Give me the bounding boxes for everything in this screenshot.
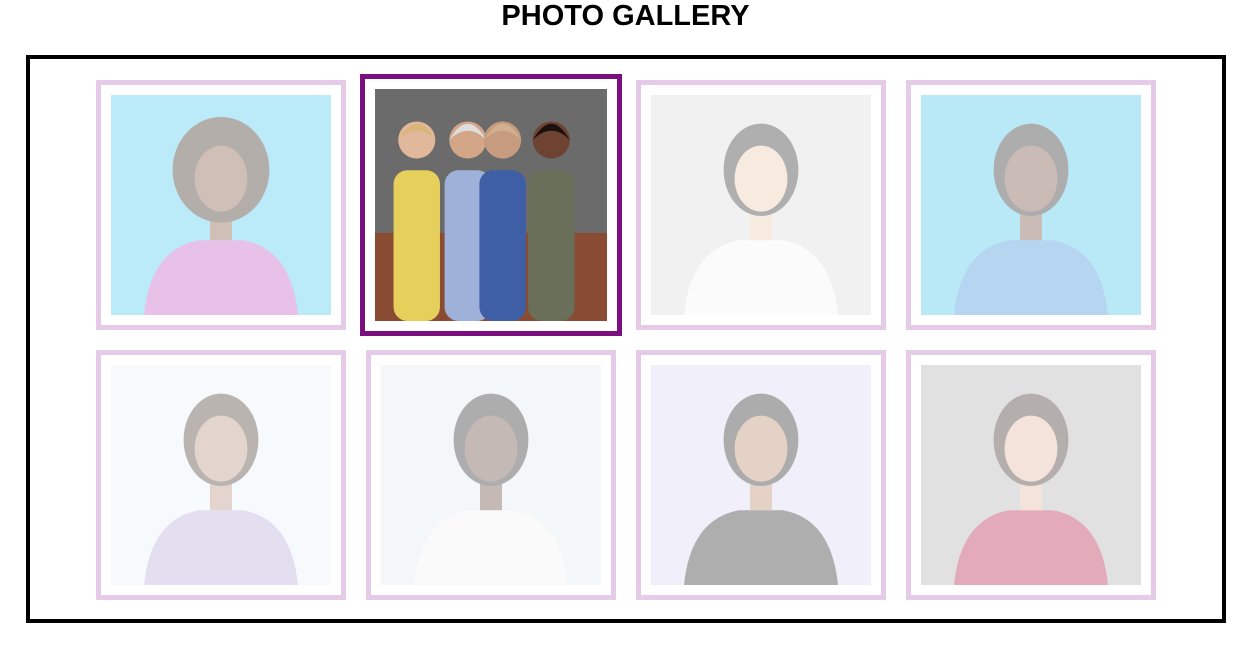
- photo-person-face: [194, 415, 248, 482]
- man-looking-up-photo-illustration: [381, 365, 601, 585]
- woman-red-top-smiling-photo: [921, 365, 1141, 585]
- woman-white-coat-photo-illustration: [651, 95, 871, 315]
- gallery-tile-3[interactable]: [636, 80, 886, 330]
- photo-person-face: [734, 415, 788, 482]
- photo-person-body: [528, 170, 575, 321]
- man-looking-up-photo: [381, 365, 601, 585]
- woman-using-phone-photo-illustration: [921, 95, 1141, 315]
- photo-person-face: [1004, 145, 1058, 212]
- photo-person-face: [734, 145, 788, 212]
- photo-gallery: [26, 55, 1226, 623]
- page-title: PHOTO GALLERY: [501, 0, 750, 32]
- gallery-tile-8[interactable]: [906, 350, 1156, 600]
- gallery-tile-1[interactable]: [96, 80, 346, 330]
- people-meeting-handshake-photo-illustration: [375, 89, 607, 321]
- gallery-tile-7[interactable]: [636, 350, 886, 600]
- woman-portrait-colored-light-photo-illustration: [651, 365, 871, 585]
- people-meeting-handshake-photo: [375, 89, 607, 321]
- smiling-man-curly-hair-photo: [111, 95, 331, 315]
- gallery-tile-2[interactable]: [360, 74, 622, 336]
- person-standing-white-sky-photo-illustration: [111, 365, 331, 585]
- gallery-tile-4[interactable]: [906, 80, 1156, 330]
- gallery-tile-5[interactable]: [96, 350, 346, 600]
- photo-person-face: [194, 145, 248, 212]
- person-standing-white-sky-photo: [111, 365, 331, 585]
- photo-person-body: [479, 170, 526, 321]
- woman-using-phone-photo: [921, 95, 1141, 315]
- photo-person-face: [464, 415, 518, 482]
- photo-person-body: [393, 170, 440, 321]
- woman-portrait-colored-light-photo: [651, 365, 871, 585]
- smiling-man-curly-hair-photo-illustration: [111, 95, 331, 315]
- woman-white-coat-photo: [651, 95, 871, 315]
- gallery-tile-6[interactable]: [366, 350, 616, 600]
- photo-person-face: [1004, 415, 1058, 482]
- woman-red-top-smiling-photo-illustration: [921, 365, 1141, 585]
